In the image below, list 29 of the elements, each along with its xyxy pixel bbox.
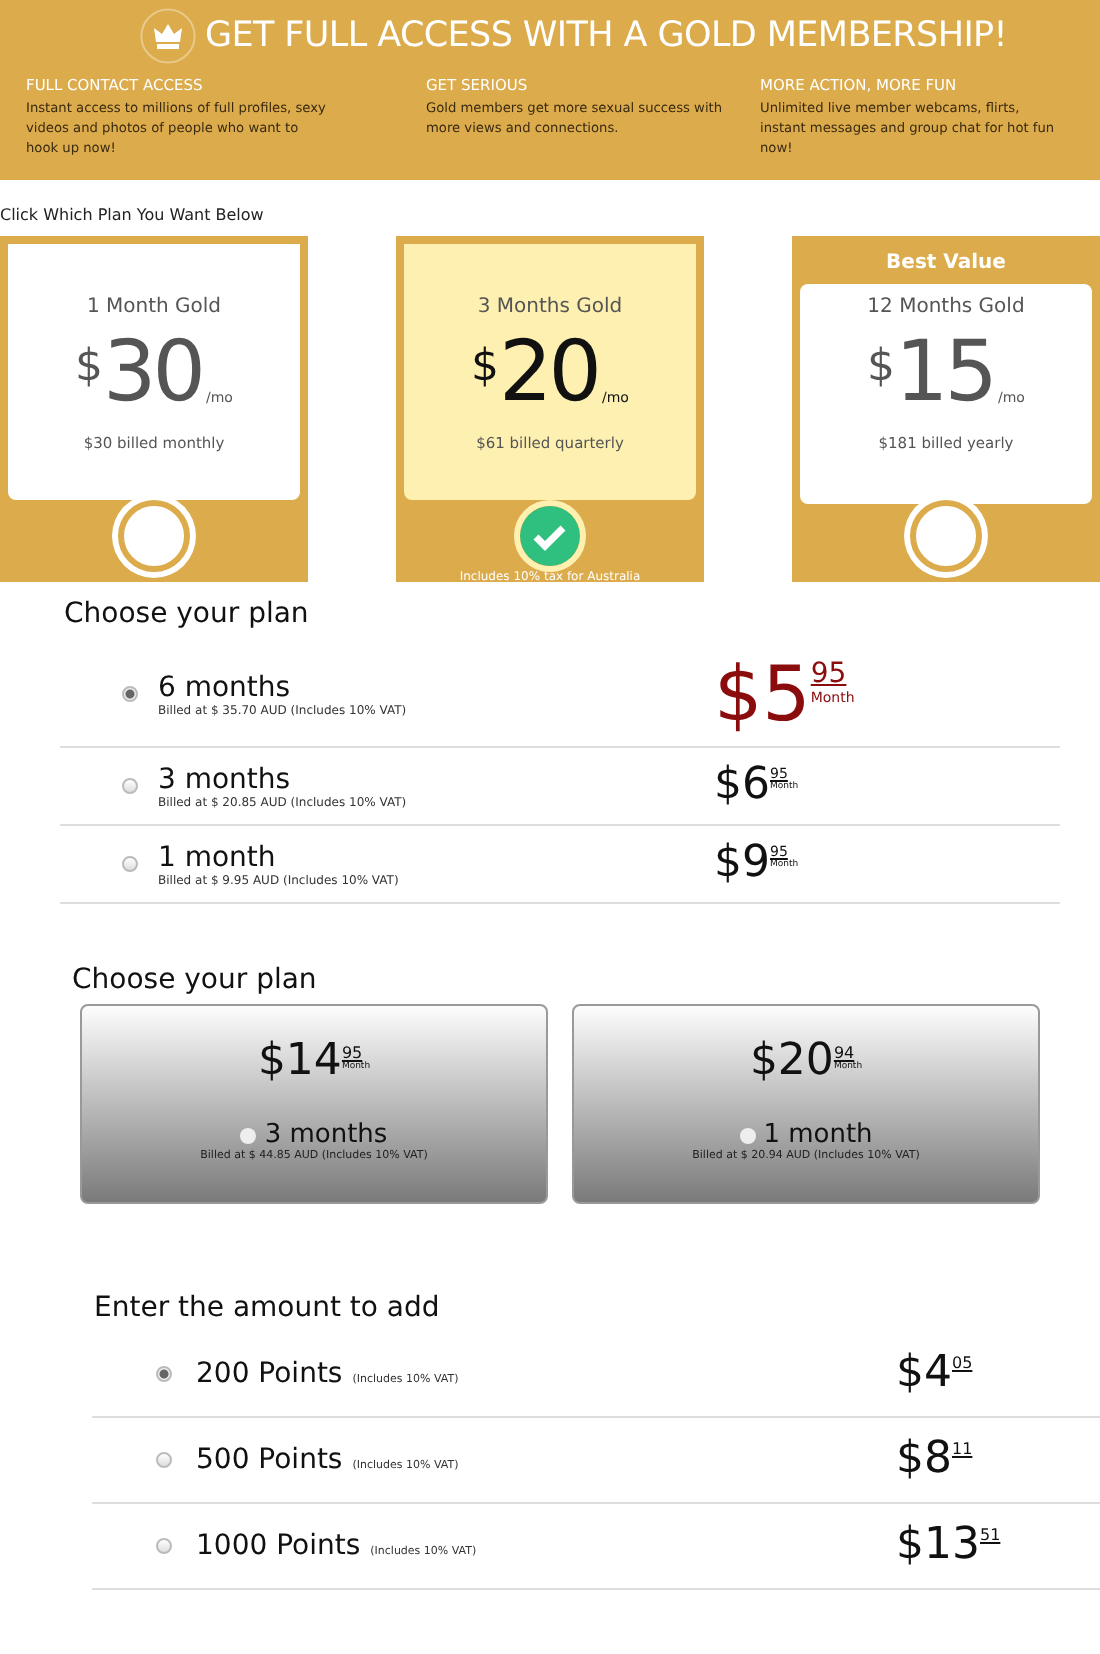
radio-button[interactable] <box>240 1127 257 1143</box>
radio-button[interactable] <box>156 1366 172 1382</box>
radio-button[interactable] <box>156 1538 172 1554</box>
radio-button[interactable] <box>739 1127 756 1143</box>
plan-name: 12 Months Gold <box>867 296 1025 318</box>
select-circle[interactable] <box>910 500 982 572</box>
section-heading: Choose your plan <box>64 598 311 630</box>
section-heading: Enter the amount to add <box>94 1292 442 1324</box>
plan-label: 3 months <box>158 763 293 795</box>
banner-title: GET FULL ACCESS WITH A GOLD MEMBERSHIP! <box>204 16 1008 56</box>
plan-label: 1 month <box>158 841 278 873</box>
points-label: 500 Points <box>196 1444 343 1476</box>
points-label: 1000 Points <box>196 1530 361 1562</box>
crown-icon <box>140 8 197 64</box>
plan-label: 3 months <box>264 1120 388 1150</box>
plan-label: 1 month <box>763 1120 873 1150</box>
best-value-label: Best Value <box>884 250 1008 278</box>
select-circle[interactable] <box>118 500 190 572</box>
points-label: 200 Points <box>196 1358 343 1390</box>
radio-button[interactable] <box>122 778 138 794</box>
check-icon[interactable] <box>514 500 586 572</box>
radio-button[interactable] <box>156 1452 172 1468</box>
radio-button[interactable] <box>122 686 138 702</box>
radio-button[interactable] <box>122 856 138 872</box>
section-heading: Choose your plan <box>72 964 319 996</box>
plan-name: 3 Months Gold <box>477 296 623 318</box>
plan-prompt: Click Which Plan You Want Below <box>0 206 266 224</box>
plan-label: 6 months <box>158 671 293 703</box>
plan-name: 1 Month Gold <box>86 296 222 318</box>
